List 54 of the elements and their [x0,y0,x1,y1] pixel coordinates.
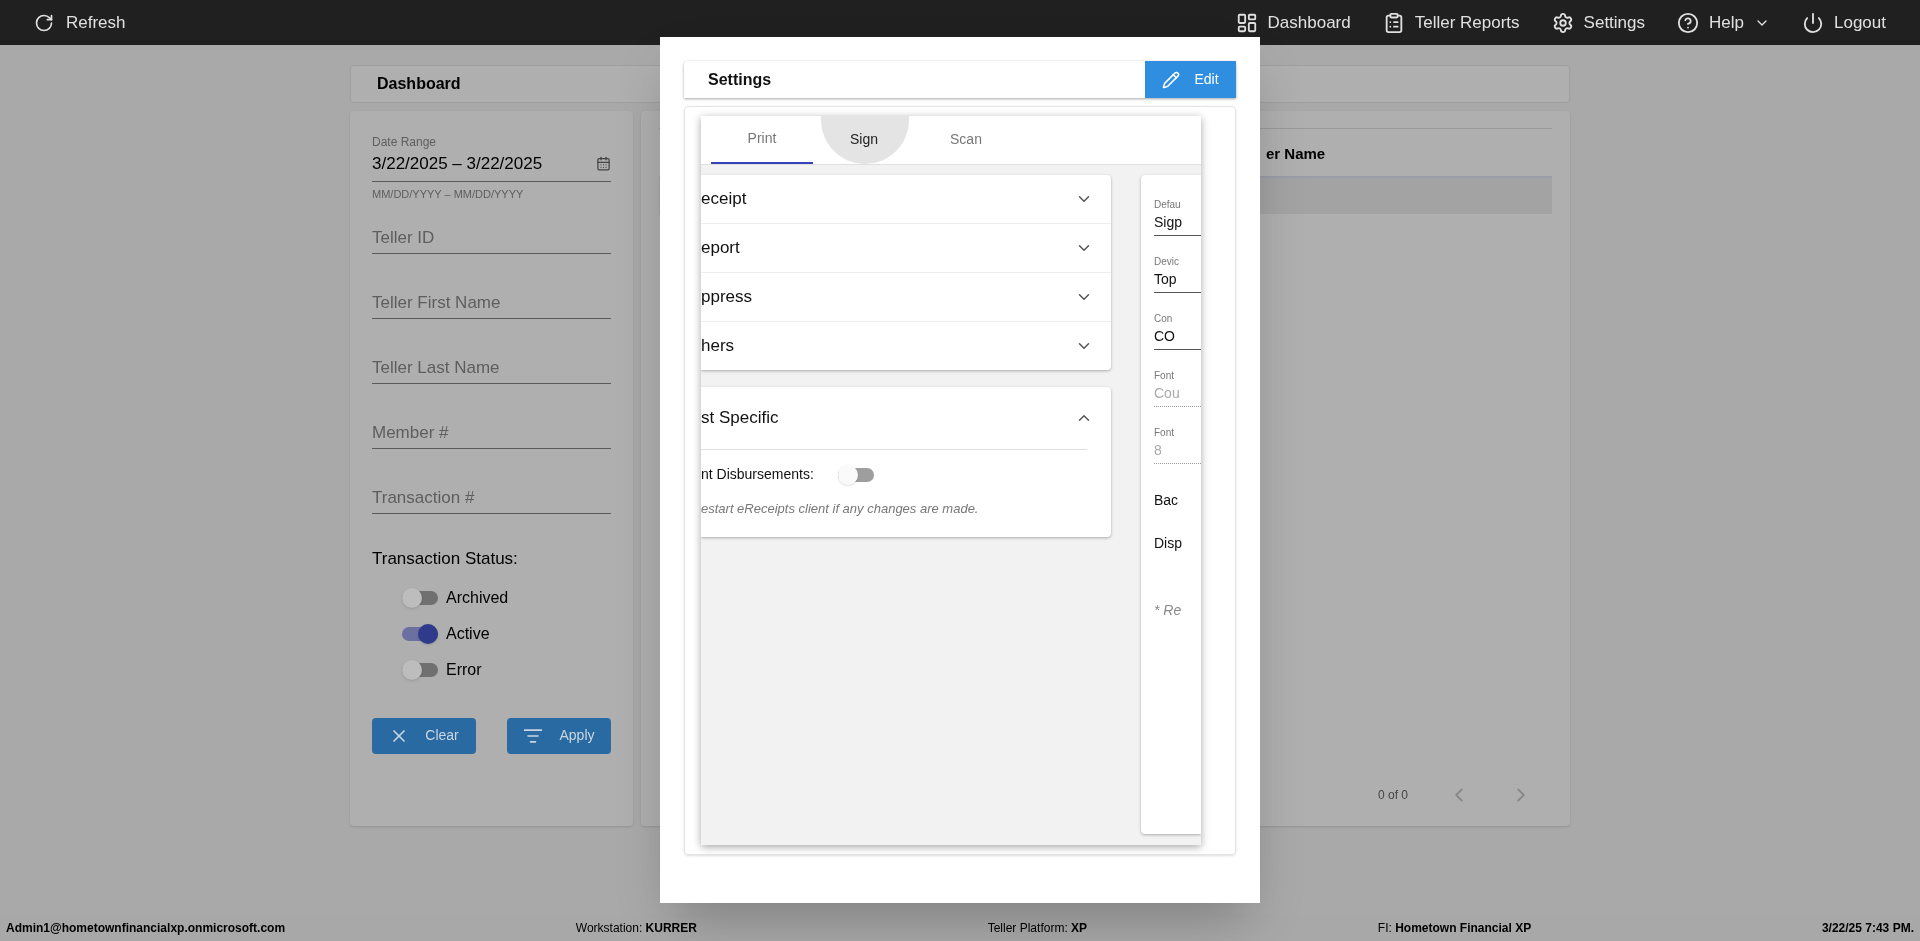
input-field[interactable]: Member # [372,417,611,449]
clear-button[interactable]: Clear [372,717,476,754]
input-field[interactable]: Teller ID [372,222,611,254]
apply-button[interactable]: Apply [507,717,611,754]
note-text: estart eReceipts client if any changes are made. [701,500,980,518]
date-range-field[interactable]: Date Range 3/22/2025 – 3/22/2025 [372,133,611,182]
note-text: * Re [1154,601,1183,620]
helper-text: MM/DD/YYYY – MM/DD/YYYY [372,186,525,202]
input-field[interactable]: Transaction # [372,482,611,514]
accordion-header[interactable]: eport [701,224,1111,272]
calendar-icon[interactable] [596,156,611,172]
accordion-header[interactable]: st Specific [701,387,1111,449]
pencil-icon [1162,70,1181,89]
toggle-label: nt Disbursements: [701,465,814,484]
settings-icon [1551,11,1574,34]
nav-link[interactable]: Teller Reports [1382,9,1520,36]
nav-link[interactable]: Logout [1802,9,1886,36]
input-field[interactable]: Teller First Name [372,287,611,319]
select-field[interactable]: Con CO [1154,311,1201,350]
toggle-switch[interactable] [402,662,438,677]
select-field[interactable]: Devic Top [1154,254,1201,293]
input-field[interactable]: Teller Last Name [372,352,611,384]
select-field[interactable]: Defau Sigp [1154,197,1201,236]
refresh-icon [34,12,54,33]
refresh-button[interactable]: Refresh [34,9,126,36]
help-icon [1677,11,1700,34]
toggle-label: Archived [446,587,509,608]
toggle-label: Active [446,623,490,644]
power-icon [1802,11,1824,34]
toggle-label: Error [446,659,482,680]
accordion-header[interactable]: eceipt [701,175,1111,223]
toggle-switch[interactable] [402,590,438,605]
dialog-title: Settings [707,69,772,90]
status-item: Teller Platform: XP [987,919,1088,937]
nav-link[interactable]: Dashboard [1235,9,1351,36]
column-header: er Name [1266,144,1327,164]
option-label: Bac [1154,491,1180,510]
page-title: Dashboard [377,74,461,94]
status-label: Transaction Status: [372,548,519,570]
accordion-header[interactable]: hers [701,322,1111,370]
nav-link[interactable]: Help [1677,9,1770,36]
tab[interactable]: Scan [915,116,1017,164]
status-item: Workstation: KURRER [575,919,697,937]
toggle-switch[interactable] [402,626,438,641]
pagination-label: 0 of 0 [1377,787,1408,804]
option-label: Disp [1154,534,1183,553]
accordion-header[interactable]: ppress [701,273,1111,321]
status-item: Admin1@hometownfinancialxp.onmicrosoft.com [6,919,286,937]
tab[interactable]: Print [711,116,813,164]
status-item: FI: Hometown Financial XP [1377,919,1532,937]
status-item: 3/22/25 7:43 PM. [1821,919,1914,937]
nav-link[interactable]: Settings [1551,9,1646,36]
toggle-switch[interactable] [837,467,874,482]
dashboard-icon [1235,11,1258,34]
